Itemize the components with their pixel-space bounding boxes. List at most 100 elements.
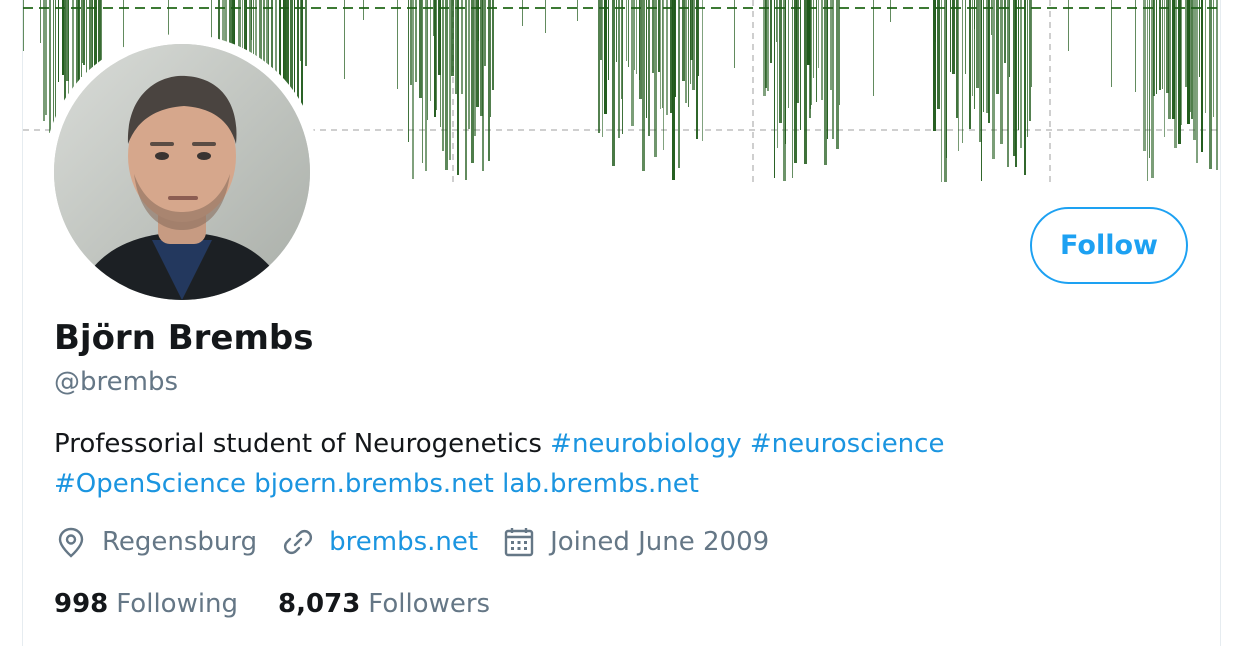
banner-bar — [674, 0, 676, 97]
banner-bar — [666, 0, 668, 115]
calendar-icon — [502, 525, 536, 559]
banner-bar — [682, 0, 685, 81]
profile-bio: Professorial student of Neurogenetics #n… — [54, 424, 1154, 504]
bio-hashtag-neurobiology[interactable]: #neurobiology — [550, 429, 741, 459]
banner-bar — [983, 0, 984, 112]
banner-bar — [631, 0, 634, 126]
bio-link-lab[interactable]: lab.brembs.net — [502, 469, 699, 499]
banner-bar — [765, 0, 767, 88]
following-count: 998 — [54, 589, 109, 619]
bio-hashtag-openscience[interactable]: #OpenScience — [54, 469, 246, 499]
banner-bar — [604, 0, 605, 82]
banner-bar — [545, 0, 546, 33]
profile-website[interactable]: brembs.net — [281, 525, 478, 559]
banner-bar — [976, 0, 979, 88]
banner-bar — [1015, 0, 1017, 167]
banner-bar — [468, 0, 470, 129]
banner-bar — [636, 0, 637, 74]
website-link[interactable]: brembs.net — [329, 527, 478, 557]
banner-bar — [471, 0, 474, 163]
banner-bar — [663, 0, 664, 150]
banner-bar — [685, 0, 687, 103]
banner-bar — [626, 0, 627, 61]
banner-bar — [1024, 0, 1026, 175]
banner-bar — [1191, 0, 1193, 119]
banner-bar — [813, 0, 814, 78]
banner-bar — [410, 0, 412, 85]
following-label: Following — [116, 589, 239, 619]
banner-bar — [821, 0, 823, 100]
banner-bar — [1178, 0, 1181, 144]
banner-bar — [82, 0, 83, 63]
banner-bar — [785, 0, 786, 144]
banner-bar — [440, 0, 441, 127]
banner-bar — [612, 0, 615, 166]
avatar-photo — [54, 44, 310, 300]
banner-bar — [1031, 0, 1032, 87]
banner-bar — [397, 0, 398, 89]
joined-text: Joined June 2009 — [550, 527, 770, 557]
bio-link-bjoern[interactable]: bjoern.brembs.net — [254, 469, 494, 499]
banner-bar — [433, 0, 434, 36]
banner-bar — [792, 0, 793, 178]
bio-hashtag-neuroscience[interactable]: #neuroscience — [750, 429, 945, 459]
banner-bar — [965, 0, 966, 74]
banner-bar — [305, 0, 307, 66]
banner-bar — [422, 0, 423, 163]
banner-bar — [654, 0, 657, 157]
banner-bar — [482, 0, 484, 171]
banner-bar — [1193, 0, 1196, 140]
banner-bar — [522, 0, 523, 26]
banner-bar — [1009, 0, 1010, 77]
following-stat[interactable]: 998 Following — [54, 589, 238, 619]
banner-bar — [621, 0, 622, 99]
banner-bar — [767, 0, 769, 91]
profile-location: Regensburg — [54, 525, 257, 559]
followers-stat[interactable]: 8,073 Followers — [278, 589, 490, 619]
banner-bar — [455, 0, 457, 94]
banner-bar — [461, 0, 463, 94]
banner-bar — [45, 0, 47, 115]
banner-bar — [788, 0, 789, 108]
banner-bar — [1162, 0, 1163, 89]
banner-bar — [577, 0, 578, 21]
banner-bar — [442, 0, 444, 151]
banner-bar — [991, 0, 992, 35]
followers-label: Followers — [368, 589, 491, 619]
avatar[interactable] — [44, 34, 320, 310]
banner-bar — [1004, 0, 1006, 63]
banner-bar — [658, 0, 660, 72]
banner-bar — [608, 0, 609, 80]
banner-bar — [363, 0, 364, 20]
banner-bar — [58, 0, 59, 82]
follow-button[interactable]: Follow — [1030, 207, 1188, 284]
banner-bar — [64, 0, 66, 112]
banner-bar — [83, 0, 85, 65]
banner-bar — [49, 0, 51, 133]
banner-bar — [648, 0, 650, 136]
banner-bar — [1143, 0, 1146, 151]
banner-bar — [941, 0, 942, 182]
banner-bar — [962, 0, 963, 143]
banner-bar — [344, 0, 345, 79]
banner-bar — [408, 0, 409, 142]
banner-bar — [1000, 0, 1003, 144]
banner-bar — [662, 0, 663, 108]
profile-name: Björn Brembs — [54, 318, 314, 358]
banner-bar — [425, 0, 427, 171]
banner-bar — [1153, 0, 1155, 96]
banner-bar — [873, 0, 874, 96]
banner-bar — [488, 0, 490, 161]
banner-bar — [776, 0, 777, 42]
banner-bar — [300, 0, 301, 61]
banner-bar — [602, 0, 603, 137]
banner-bar — [639, 0, 640, 80]
banner-bar — [1185, 0, 1187, 87]
banner-bar — [890, 0, 891, 22]
profile-stats: 998 Following 8,073 Followers — [54, 584, 530, 624]
banner-bar — [832, 0, 834, 139]
banner-bar — [1068, 0, 1069, 51]
banner-bar — [616, 0, 617, 62]
banner-bar — [474, 0, 476, 136]
banner-bar — [824, 0, 827, 165]
